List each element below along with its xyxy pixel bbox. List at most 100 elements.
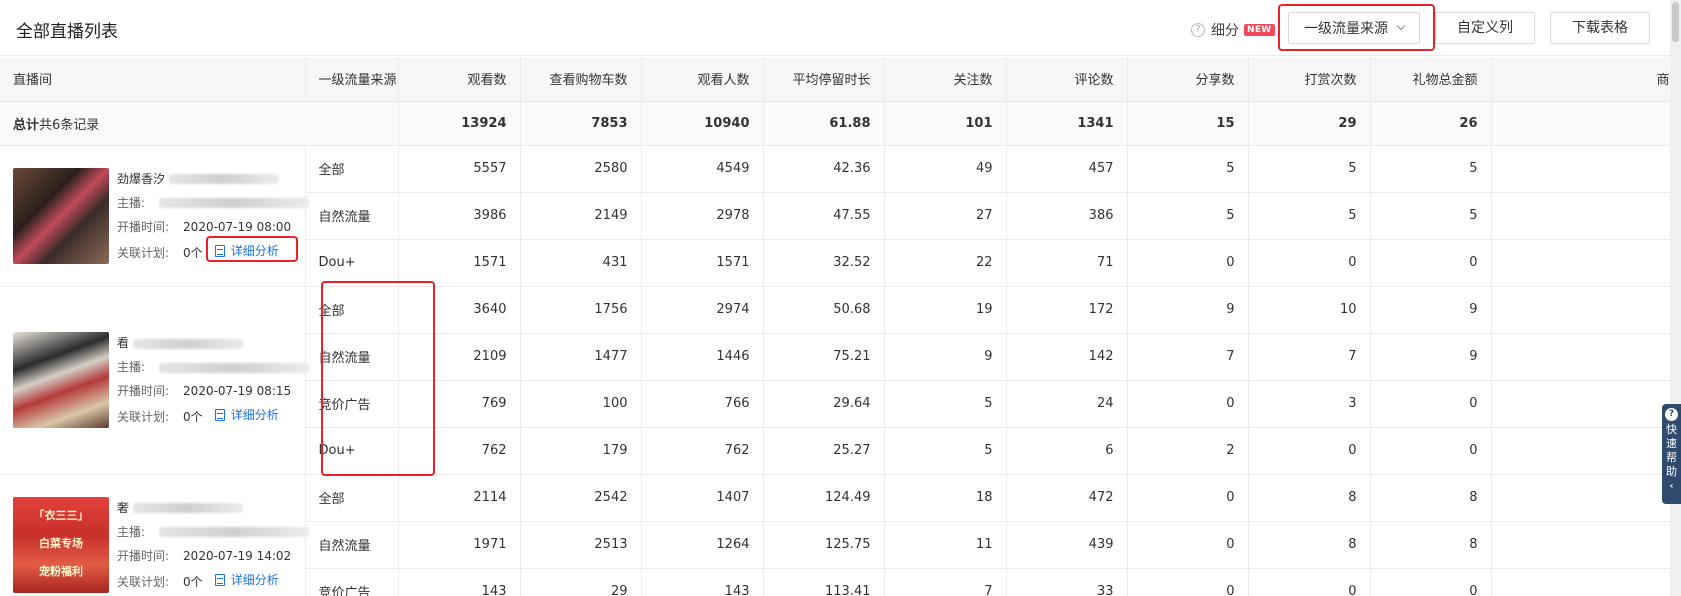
metric-cell: 2580 — [520, 145, 642, 193]
blurred-text — [133, 503, 244, 513]
metric-cell: 7 — [1248, 333, 1371, 381]
traffic-source-cell: 自然流量 — [305, 333, 399, 381]
metric-cell: 457 — [1006, 145, 1128, 193]
metric-cell: 5 — [884, 427, 1007, 475]
metric-cell: 8 — [1370, 521, 1492, 569]
metric-cell: 5 — [884, 380, 1007, 428]
metric-cell: 2978 — [641, 192, 764, 240]
detail-toggle[interactable]: ? 细分 NEW — [1191, 20, 1275, 40]
plan-value: 0个 — [183, 245, 203, 260]
column-header[interactable]: 打赏次数 — [1248, 57, 1371, 102]
column-header[interactable]: 观看人数 — [641, 57, 764, 102]
metric-cell — [1491, 145, 1670, 193]
metric-cell: 9 — [1370, 333, 1492, 381]
metric-cell: 100 — [520, 380, 642, 428]
live-room-thumbnail[interactable] — [13, 332, 109, 428]
metric-cell: 472 — [1006, 474, 1128, 522]
metric-cell: 762 — [398, 427, 521, 475]
record-count: 共6条记录 — [39, 117, 100, 133]
metric-cell: 766 — [641, 380, 764, 428]
help-icon[interactable]: ? — [1191, 23, 1205, 37]
total-cell: 101 — [884, 101, 1007, 146]
metric-cell: 762 — [641, 427, 764, 475]
total-cell: 15 — [1127, 101, 1249, 146]
column-header[interactable]: 查看购物车数 — [520, 57, 642, 102]
metric-cell — [1491, 521, 1670, 569]
total-cell: 13924 — [398, 101, 521, 146]
live-room-name[interactable]: 劲爆香汐 — [117, 172, 165, 186]
live-room-thumbnail[interactable]: 「衣三三」 白菜专场 宠粉福利 — [13, 496, 109, 593]
metric-cell: 27 — [884, 192, 1007, 240]
help-icon: ? — [1665, 408, 1678, 421]
metric-cell: 0 — [1248, 239, 1371, 287]
column-header[interactable]: 一级流量来源 — [305, 57, 399, 102]
metric-cell: 439 — [1006, 521, 1128, 569]
metric-cell: 8 — [1248, 521, 1371, 569]
live-room-name[interactable]: 奢 — [117, 501, 129, 515]
metric-cell: 125.75 — [763, 521, 885, 569]
metric-cell: 75.21 — [763, 333, 885, 381]
traffic-source-cell: 自然流量 — [305, 521, 399, 569]
metric-cell: 33 — [1006, 568, 1128, 596]
metric-cell: 386 — [1006, 192, 1128, 240]
column-header[interactable]: 平均停留时长 — [763, 57, 885, 102]
metric-cell: 0 — [1370, 427, 1492, 475]
column-header[interactable]: 分享数 — [1127, 57, 1249, 102]
total-cell: 26 — [1370, 101, 1492, 146]
column-header[interactable]: 关注数 — [884, 57, 1007, 102]
total-cell: 29 — [1248, 101, 1371, 146]
traffic-source-cell: 全部 — [305, 286, 399, 334]
metric-cell: 5 — [1248, 145, 1371, 193]
detail-label: 细分 — [1211, 23, 1239, 39]
metric-cell: 71 — [1006, 239, 1128, 287]
metric-cell: 3640 — [398, 286, 521, 334]
select-value: 一级流量来源 — [1304, 21, 1388, 37]
metric-cell: 29 — [520, 568, 642, 596]
metric-cell — [1491, 239, 1670, 287]
live-room-thumbnail[interactable] — [13, 167, 109, 264]
blurred-text — [169, 174, 280, 184]
metric-cell: 5 — [1370, 192, 1492, 240]
vertical-scrollbar[interactable] — [1670, 0, 1681, 596]
metric-cell — [1491, 192, 1670, 240]
table-row: 看 主播: 开播时间: 2020-07-19 08:15 关联计划: 0个 详细分析 … — [0, 286, 1670, 475]
traffic-source-cell: 竞价广告 — [305, 380, 399, 428]
column-header[interactable]: 商品 — [1491, 57, 1670, 102]
custom-columns-button[interactable]: 自定义列 — [1435, 12, 1535, 44]
column-header[interactable]: 观看数 — [398, 57, 521, 102]
metric-cell: 19 — [884, 286, 1007, 334]
metric-cell: 1571 — [641, 239, 764, 287]
download-table-button[interactable]: 下载表格 — [1550, 12, 1650, 44]
metric-cell: 143 — [641, 568, 764, 596]
detail-analysis-link[interactable]: 详细分析 — [214, 403, 279, 427]
metric-cell: 431 — [520, 239, 642, 287]
live-room-cell: 看 主播: 开播时间: 2020-07-19 08:15 关联计划: 0个 详细分析 — [0, 286, 309, 475]
live-room-name[interactable]: 看 — [117, 336, 129, 350]
detail-analysis-link[interactable]: 详细分析 — [214, 568, 279, 592]
metric-cell: 18 — [884, 474, 1007, 522]
table-row: 劲爆香汐 主播: 开播时间: 2020-07-19 08:00 关联计划: 0个 详细… — [0, 145, 1670, 287]
scrollbar-thumb[interactable] — [1672, 2, 1679, 42]
thumb-text: 「衣三三」 — [33, 508, 89, 522]
column-header[interactable]: 评论数 — [1006, 57, 1128, 102]
metric-cell: 2542 — [520, 474, 642, 522]
metric-cell: 47.55 — [763, 192, 885, 240]
metric-cell: 2 — [1127, 427, 1249, 475]
traffic-source-select[interactable]: 一级流量来源 — [1288, 12, 1420, 44]
metric-cell: 0 — [1370, 568, 1492, 596]
metric-cell: 0 — [1370, 380, 1492, 428]
detail-analysis-link[interactable]: 详细分析 — [214, 239, 279, 263]
live-list-table: 直播间 一级流量来源 观看数 查看购物车数 观看人数 平均停留时长 关注数 评论… — [0, 57, 1670, 596]
total-cell: 10940 — [641, 101, 764, 146]
column-header[interactable]: 直播间 — [0, 57, 306, 102]
metric-cell — [1491, 568, 1670, 596]
metric-cell — [1491, 286, 1670, 334]
total-label: 总计 — [13, 117, 40, 133]
total-cell: 1341 — [1006, 101, 1128, 146]
metric-cell: 1446 — [641, 333, 764, 381]
metric-cell: 1407 — [641, 474, 764, 522]
column-header[interactable]: 礼物总金额 — [1370, 57, 1492, 102]
start-time-label: 开播时间: — [117, 548, 170, 563]
quick-help-widget[interactable]: ? 快速帮助 ‹ — [1662, 404, 1681, 504]
metric-cell: 143 — [398, 568, 521, 596]
